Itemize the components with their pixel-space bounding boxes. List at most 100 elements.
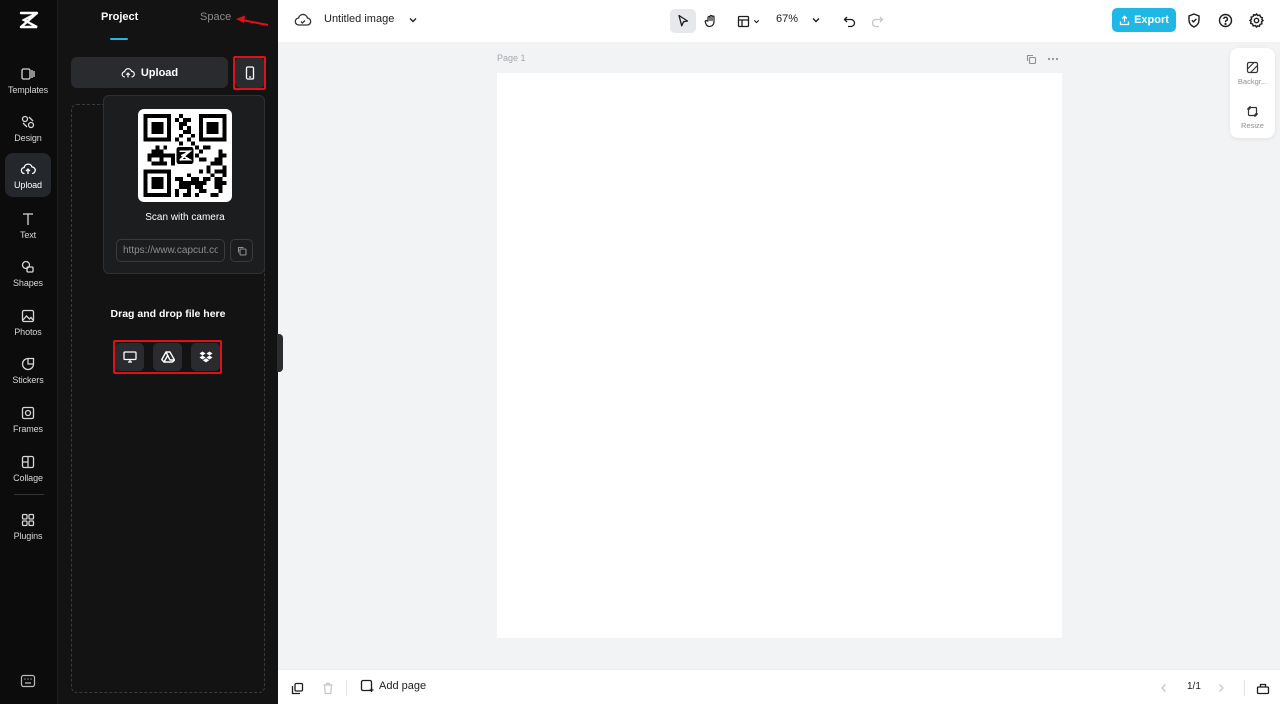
upload-cloud-icon [121,67,135,78]
page-canvas[interactable] [497,73,1062,638]
qr-module [210,129,215,134]
qr-module [218,177,223,182]
qr-module [151,137,156,142]
qr-module [222,121,227,126]
export-button[interactable]: Export [1112,8,1176,32]
layout-tool-button[interactable] [734,9,764,33]
qr-module [198,157,203,162]
background-tool-button[interactable]: Backgr... [1230,53,1275,93]
qr-module [147,153,152,158]
rail-item-design[interactable]: Design [5,106,51,150]
annotation-arrow-icon [236,15,269,26]
upload-from-phone-button[interactable] [235,57,265,88]
add-page-button[interactable]: Add page [360,679,426,693]
qr-module [218,189,223,194]
chevron-down-icon[interactable] [407,14,419,26]
rail-item-frames[interactable]: Frames [5,397,51,441]
qr-module [198,169,203,174]
rail-item-upload[interactable]: Upload [5,153,51,197]
qr-code-image [143,114,227,197]
resize-tool-button[interactable]: Resize [1230,97,1275,137]
qr-module [206,145,211,150]
qr-code [138,109,232,202]
export-icon [1119,14,1130,25]
qr-module [222,129,227,134]
rail-item-photos[interactable]: Photos [5,300,51,344]
capcut-logo-icon[interactable] [17,8,41,32]
previous-page-button[interactable] [1157,681,1171,695]
qr-module [198,125,203,130]
qr-module [186,137,191,142]
zoom-level[interactable]: 67% [776,13,798,25]
qr-module [151,149,156,154]
qr-module [198,121,203,126]
rail-item-collage[interactable]: Collage [5,446,51,490]
panel-tabs: Project Space [58,0,278,42]
page-more-button[interactable] [1046,53,1060,65]
shield-button[interactable] [1185,11,1203,29]
tab-project[interactable]: Project [101,11,138,23]
settings-button[interactable] [1247,11,1265,29]
rail-item-stickers[interactable]: Stickers [5,348,51,392]
qr-module [159,153,164,158]
select-tool-button[interactable] [670,9,696,33]
add-page-label: Add page [379,680,427,692]
upload-button[interactable]: Upload [71,57,228,88]
redo-button[interactable] [864,9,890,33]
rail-item-plugins[interactable]: Plugins [5,504,51,548]
cloud-sync-icon[interactable] [294,12,312,28]
rail-item-shapes[interactable]: Shapes [5,251,51,295]
duplicate-page-button[interactable] [1024,53,1038,65]
upload-from-dropbox-button[interactable] [191,343,220,371]
qr-module [183,185,187,190]
qr-module [194,193,199,197]
next-page-button[interactable] [1214,681,1228,695]
qr-module [198,137,203,142]
qr-module [175,137,180,142]
qr-module [147,114,152,118]
qr-module [190,181,195,186]
qr-module [143,129,148,134]
photos-icon [21,309,35,322]
page-manager-button[interactable] [290,681,304,695]
share-url-field[interactable] [116,239,225,262]
qr-module [210,137,215,142]
qr-module [222,169,227,174]
qr-module [186,117,191,122]
qr-module [183,181,187,186]
qr-module [143,125,148,130]
dropbox-icon [199,351,212,363]
qr-module [183,121,187,126]
qr-code-popover: Scan with camera [103,95,265,274]
qr-module [222,165,227,170]
qr-module [171,161,176,166]
upload-from-computer-button[interactable] [115,343,144,371]
qr-module [159,149,164,154]
layers-button[interactable] [1256,681,1270,695]
stickers-icon [21,357,35,370]
panel-collapse-handle[interactable] [277,334,283,372]
upload-from-google-drive-button[interactable] [153,343,182,371]
keyboard-shortcuts-icon[interactable] [20,674,36,688]
qr-module [186,181,191,186]
copy-url-button[interactable] [230,239,253,262]
qr-module [183,117,187,122]
chevron-down-icon [753,19,760,23]
delete-page-button[interactable] [321,681,335,695]
qr-module [175,177,180,182]
qr-module [214,193,219,197]
hand-tool-button[interactable] [698,9,724,33]
qr-module [167,133,172,138]
rail-item-text[interactable]: Text [5,203,51,247]
rail-item-templates[interactable]: Templates [5,58,51,102]
qr-module [167,114,172,118]
zoom-chevron-down-icon[interactable] [810,14,822,26]
undo-button[interactable] [836,9,862,33]
qr-module [206,129,211,134]
document-title[interactable]: Untitled image [324,13,394,25]
help-button[interactable] [1216,11,1234,29]
qr-module [218,114,223,118]
tab-space[interactable]: Space [200,11,231,23]
qr-module [163,153,168,158]
qr-module [143,173,148,178]
